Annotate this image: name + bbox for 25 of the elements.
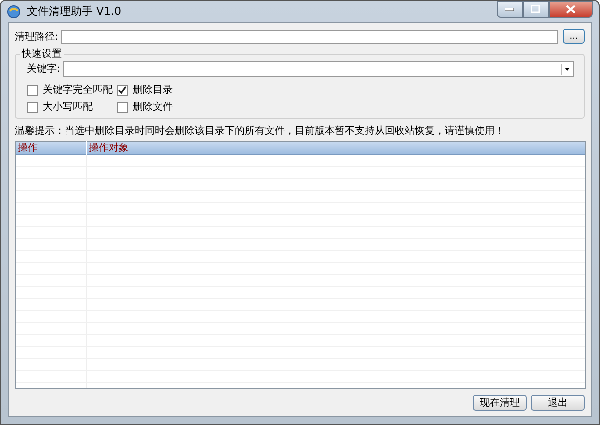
path-input-field[interactable]	[61, 30, 558, 44]
window-title: 文件清理助手 V1.0	[27, 4, 122, 19]
option-checkbox[interactable]: 大小写匹配	[27, 100, 117, 114]
minimize-button[interactable]	[497, 1, 523, 18]
close-button[interactable]	[549, 1, 593, 18]
action-button[interactable]: 现在清理	[473, 395, 527, 411]
group-title: 快速设置	[20, 48, 63, 61]
globe-icon	[7, 4, 21, 18]
close-icon	[566, 5, 576, 14]
maximize-icon	[531, 5, 541, 14]
browse-button[interactable]: ...	[563, 29, 585, 44]
warning-text: 温馨提示：当选中删除目录时同时会删除该目录下的所有文件，目前版本暂不支持从回收站恢复，请谨慎使用！	[15, 124, 506, 138]
option-checkbox[interactable]: 删除目录	[117, 83, 217, 97]
maximize-button[interactable]	[523, 1, 549, 18]
minimize-icon	[505, 8, 515, 12]
option-checkbox[interactable]: 删除文件	[117, 100, 217, 114]
keyword-combo-box[interactable]	[63, 61, 574, 77]
column-header[interactable]: 操作对象	[87, 141, 129, 155]
column-header[interactable]: 操作	[16, 141, 87, 155]
dropdown-arrow-icon	[561, 64, 573, 74]
keyword-label: 关键字:	[27, 62, 60, 76]
action-button[interactable]: 退出	[531, 395, 585, 411]
path-label: 清理路径:	[15, 30, 58, 44]
option-checkbox[interactable]: 关键字完全匹配	[27, 83, 117, 97]
checkmark-icon	[118, 86, 127, 94]
